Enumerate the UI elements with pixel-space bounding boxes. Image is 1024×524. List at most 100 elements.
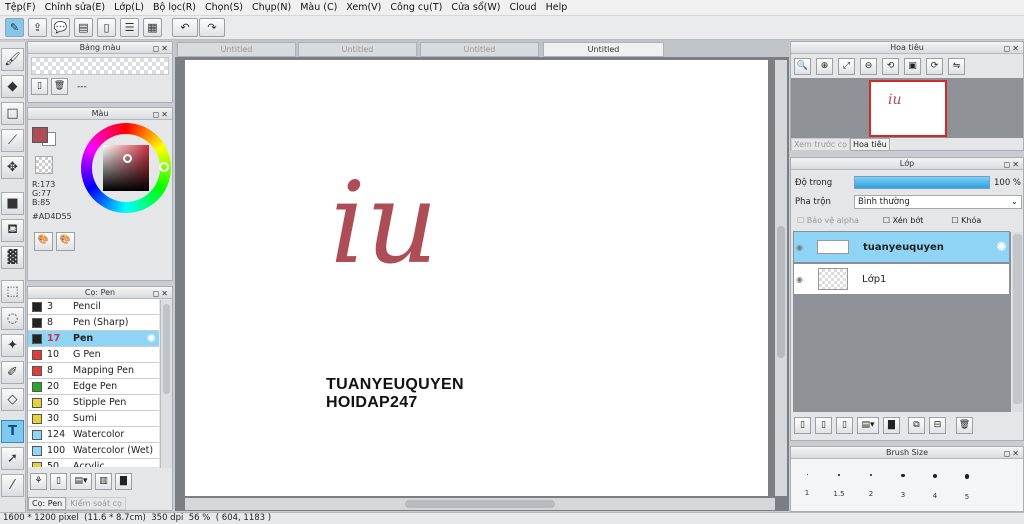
list-button[interactable]: ☰ <box>120 18 139 37</box>
visibility-icon[interactable]: ◉ <box>796 243 810 252</box>
share-button[interactable]: ⇪ <box>28 18 47 37</box>
menu-item-1[interactable]: Chỉnh sửa(E) <box>42 2 112 13</box>
tool-brush[interactable]: 🖌 <box>1 48 24 71</box>
redo-button[interactable]: ↷ <box>199 18 225 37</box>
panel-window-icons[interactable]: ◻✕ <box>1004 159 1021 171</box>
layer-options-button[interactable]: ▤▾ <box>857 417 879 434</box>
menu-item-4[interactable]: Chọn(S) <box>202 2 249 13</box>
layer-row-1[interactable]: ◉ tuanyeuquyen ✺ <box>793 231 1010 263</box>
brush-size-option[interactable]: 5 <box>953 462 981 508</box>
palette-button[interactable]: 🎨 <box>34 232 53 251</box>
rotate-right-button[interactable]: ⟳ <box>926 58 943 75</box>
panel-window-icons[interactable]: ◻✕ <box>153 109 170 121</box>
menu-item-9[interactable]: Cửa sổ(W) <box>448 2 506 13</box>
tab-brush-control[interactable]: Kiểm soát cọ <box>66 497 126 510</box>
comment-button[interactable]: ▤ <box>74 18 93 37</box>
main-color[interactable] <box>32 127 48 143</box>
page-button[interactable]: ▯ <box>97 18 116 37</box>
tab-brush[interactable]: Cọ: Pen <box>28 497 67 510</box>
canvas-vscroll[interactable] <box>775 60 787 496</box>
tool-text[interactable]: T <box>1 420 24 443</box>
tool-bucket[interactable]: ⛾ <box>1 219 24 242</box>
settings-gear-icon[interactable]: ✺ <box>996 240 1007 255</box>
rotate-left-button[interactable]: ⟲ <box>882 58 899 75</box>
brush-row[interactable]: 124 Watercolor <box>28 427 159 443</box>
tool-wand[interactable]: ✦ <box>1 334 24 357</box>
delete-layer-button[interactable]: 🗑 <box>956 417 973 434</box>
reset-view-button[interactable]: ▣ <box>904 58 921 75</box>
brush-row[interactable]: 17 Pen ✺ <box>28 331 159 347</box>
tool-select-pen[interactable]: ✐ <box>1 361 24 384</box>
menu-item-8[interactable]: Công cụ(T) <box>387 2 448 13</box>
tool-eyedropper[interactable]: ⁄ <box>1 474 24 497</box>
tab-navigator[interactable]: Hoa tiêu <box>850 138 890 151</box>
menu-item-0[interactable]: Tệp(F) <box>2 2 42 13</box>
tool-lasso[interactable]: ◌ <box>1 307 24 330</box>
clipping-checkbox[interactable]: ☐ Xén bớt <box>883 216 923 225</box>
brush-size-option[interactable]: 1.5 <box>825 462 853 508</box>
brush-scrollbar[interactable] <box>160 300 172 468</box>
canvas-text-iu[interactable]: iu <box>330 168 438 280</box>
menu-item-6[interactable]: Màu (C) <box>297 2 343 13</box>
brush-row[interactable]: 50 Stipple Pen <box>28 395 159 411</box>
zoom-in-button[interactable]: ⊕ <box>816 58 833 75</box>
settings-gear-icon[interactable]: ✺ <box>147 332 156 345</box>
grid-button[interactable]: ▦ <box>143 18 162 37</box>
doc-tab-2[interactable]: Untitled <box>298 42 417 57</box>
color-wheel[interactable] <box>81 123 171 213</box>
panel-window-icons[interactable]: ◻✕ <box>153 288 170 300</box>
blend-select[interactable]: Bình thường ⌄ <box>854 195 1022 209</box>
brush-row[interactable]: 10 G Pen <box>28 347 159 363</box>
layer-row-2[interactable]: ◉ Lớp1 <box>793 263 1010 295</box>
tool-operation[interactable]: ➚ <box>1 447 24 470</box>
lock-checkbox[interactable]: ☐ Khóa <box>951 216 981 225</box>
delete-swatch-button[interactable]: 🗑 <box>51 78 68 95</box>
layer-folder-button[interactable]: ▇ <box>883 417 900 434</box>
fit-window-button[interactable]: ⤢ <box>838 58 855 75</box>
transparent-color[interactable] <box>35 156 53 174</box>
swatch-area[interactable] <box>31 57 169 75</box>
menu-item-3[interactable]: Bộ lọc(R) <box>150 2 202 13</box>
tool-move[interactable]: ✥ <box>1 156 24 179</box>
brush-import-button[interactable]: ▤▾ <box>70 473 92 490</box>
tool-fill-rect[interactable]: ■ <box>1 192 24 215</box>
sv-cursor[interactable] <box>123 154 132 163</box>
tool-select-eraser[interactable]: ◇ <box>1 388 24 411</box>
navigator-thumbnail[interactable]: iu <box>869 80 947 137</box>
opacity-slider[interactable] <box>854 176 990 189</box>
doc-tab-1[interactable]: Untitled <box>177 42 296 57</box>
brush-row[interactable]: 8 Mapping Pen <box>28 363 159 379</box>
doc-tab-active[interactable]: Untitled <box>543 42 664 57</box>
brush-settings-button[interactable]: ▥ <box>95 473 112 490</box>
tool-select-rect[interactable]: ⬚ <box>1 280 24 303</box>
menu-item-2[interactable]: Lớp(L) <box>111 2 150 13</box>
tool-eraser[interactable]: ◆ <box>1 75 24 98</box>
canvas-paper[interactable]: iu TUANYEUQUYEN HOIDAP247 <box>185 60 768 496</box>
flip-button[interactable]: ⇋ <box>948 58 965 75</box>
palette-edit-button[interactable]: 🎨 <box>56 232 75 251</box>
menu-item-11[interactable]: Help <box>543 2 574 13</box>
doc-tab-3[interactable]: Untitled <box>420 42 539 57</box>
brush-row[interactable]: 3 Pencil <box>28 299 159 315</box>
brush-row[interactable]: 100 Watercolor (Wet) <box>28 443 159 459</box>
canvas-hscroll[interactable] <box>185 498 775 510</box>
menu-item-10[interactable]: Cloud <box>506 2 542 13</box>
brush-size-option[interactable]: 3 <box>889 462 917 508</box>
brush-row[interactable]: 30 Sumi <box>28 411 159 427</box>
saturation-square[interactable] <box>103 145 149 191</box>
speech-button[interactable]: 💬 <box>51 18 70 37</box>
merge-layer-button[interactable]: ⊟ <box>929 417 946 434</box>
brush-folder-button[interactable]: ▇ <box>115 473 132 490</box>
undo-button[interactable]: ↶ <box>172 18 198 37</box>
menu-item-7[interactable]: Xem(V) <box>343 2 387 13</box>
brush-size-option[interactable]: 1 <box>793 462 821 508</box>
brush-row[interactable]: 20 Edge Pen <box>28 379 159 395</box>
tool-shape[interactable]: □ <box>1 102 24 125</box>
panel-window-icons[interactable]: ◻✕ <box>1004 448 1021 460</box>
hue-cursor[interactable] <box>159 162 169 172</box>
panel-window-icons[interactable]: ◻✕ <box>1004 43 1021 55</box>
tool-line[interactable]: ⟋ <box>1 129 24 152</box>
brush-row[interactable]: 50 Acrylic <box>28 459 159 467</box>
visibility-icon[interactable]: ◉ <box>796 275 810 284</box>
new-swatch-button[interactable]: ▯ <box>31 78 48 95</box>
